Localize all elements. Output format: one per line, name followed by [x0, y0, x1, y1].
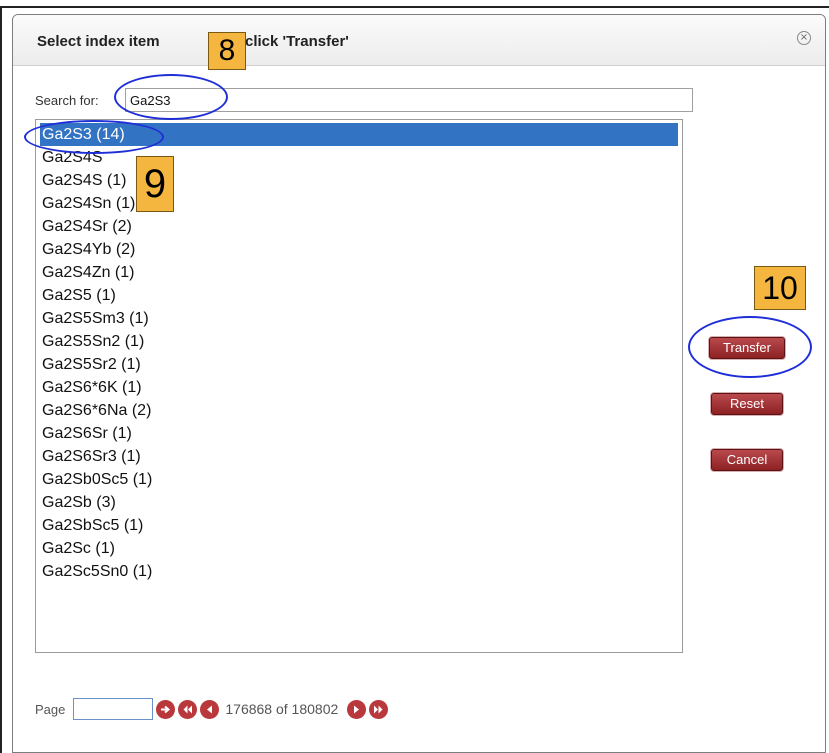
list-item[interactable]: Ga2S6*6Na (2) — [36, 399, 682, 422]
previous-page-icon[interactable] — [200, 699, 220, 719]
list-item[interactable]: Ga2S4Sr (2) — [36, 215, 682, 238]
first-page-icon[interactable] — [178, 699, 198, 719]
list-item[interactable]: Ga2S5Sr2 (1) — [36, 353, 682, 376]
cancel-button[interactable]: Cancel — [711, 449, 783, 471]
list-item[interactable]: Ga2Sb0Sc5 (1) — [36, 468, 682, 491]
list-item[interactable]: Ga2S6Sr (1) — [36, 422, 682, 445]
page-label: Page — [35, 701, 66, 717]
reset-button[interactable]: Reset — [711, 393, 783, 415]
list-item[interactable]: Ga2S5 (1) — [36, 284, 682, 307]
dialog-title-left: Select index item — [37, 33, 160, 50]
dialog-title-right: click 'Transfer' — [245, 33, 349, 50]
list-item[interactable]: Ga2S4Yb (2) — [36, 238, 682, 261]
list-item[interactable]: Ga2S4Zn (1) — [36, 261, 682, 284]
dialog-titlebar: Select index item click 'Transfer' × — [13, 15, 825, 66]
list-item[interactable]: Ga2S5Sm3 (1) — [36, 307, 682, 330]
page-border-top — [0, 6, 829, 8]
list-item[interactable]: Ga2Sc5Sn0 (1) — [36, 560, 682, 583]
step-10-callout: 10 — [754, 266, 806, 310]
index-item-list[interactable]: Ga2S3 (14) Ga2S4S Ga2S4S (1) Ga2S4Sn (1) Ga2… — [35, 119, 683, 653]
list-item[interactable]: Ga2S6Sr3 (1) — [36, 445, 682, 468]
list-item[interactable]: Ga2S6*6K (1) — [36, 376, 682, 399]
pager: Page 176868 of 180802 — [35, 696, 389, 722]
highlight-first-item — [24, 120, 164, 154]
list-item[interactable]: Ga2SbSc5 (1) — [36, 514, 682, 537]
list-item[interactable]: Ga2Sc (1) — [36, 537, 682, 560]
highlight-search-field — [114, 74, 228, 120]
close-icon[interactable]: × — [797, 31, 811, 45]
list-item[interactable]: Ga2S4S (1) — [36, 169, 682, 192]
page-border-left — [0, 6, 2, 753]
list-item[interactable]: Ga2S5Sn2 (1) — [36, 330, 682, 353]
next-page-icon[interactable] — [347, 699, 367, 719]
step-8-callout: 8 — [208, 32, 246, 70]
go-arrow-icon[interactable] — [156, 699, 176, 719]
highlight-transfer-button — [688, 316, 812, 378]
search-label: Search for: — [35, 93, 99, 108]
page-number-input[interactable] — [73, 698, 154, 720]
list-item[interactable]: Ga2S4Sn (1) — [36, 192, 682, 215]
last-page-icon[interactable] — [369, 699, 389, 719]
step-9-callout: 9 — [136, 156, 174, 212]
page-status: 176868 of 180802 — [225, 701, 339, 717]
list-item[interactable]: Ga2Sb (3) — [36, 491, 682, 514]
